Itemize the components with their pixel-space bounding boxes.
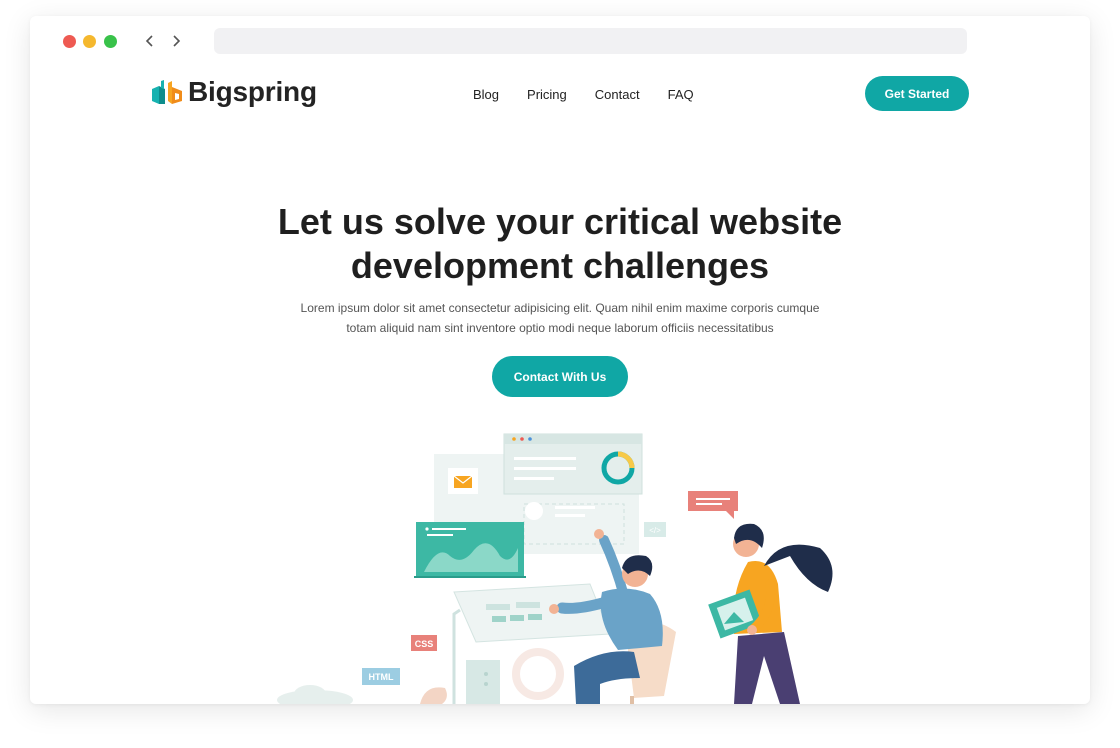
hero-subtitle-line-1: Lorem ipsum dolor sit amet consectetur a… [300,301,820,315]
hero-subtitle-line-2: totam aliquid nam sint inventore optio m… [346,321,774,335]
gear-shape [512,648,564,700]
site-logo[interactable]: Bigspring [150,76,317,108]
brand-name: Bigspring [188,76,317,107]
browser-window: Bigspring Blog Pricing Contact FAQ Get S… [30,16,1090,704]
maximize-window-button[interactable] [104,35,117,48]
html-tag-label: HTML [369,672,394,682]
css-tag-label: CSS [415,639,434,649]
minimize-window-button[interactable] [83,35,96,48]
analytics-card [414,522,526,578]
nav-link-pricing[interactable]: Pricing [527,87,567,102]
nav-link-blog[interactable]: Blog [473,87,499,102]
close-window-button[interactable] [63,35,76,48]
main-nav: Blog Pricing Contact FAQ [473,87,722,102]
nav-link-faq[interactable]: FAQ [668,87,694,102]
forward-arrow-icon[interactable] [167,32,185,50]
hero-title-line-2: development challenges [350,245,770,286]
chat-bubble-icon [688,491,738,519]
hero-illustration: </> CSS HTML [277,433,833,704]
hero-title: Let us solve your critical website devel… [30,200,1090,288]
code-tag-label: </> [649,526,661,535]
contact-with-us-button[interactable]: Contact With Us [492,356,628,397]
address-bar[interactable] [214,28,967,54]
back-arrow-icon[interactable] [141,32,159,50]
woman-figure [708,523,833,704]
hero-subtitle: Lorem ipsum dolor sit amet consectetur a… [30,298,1090,338]
hero-title-line-1: Let us solve your critical website [277,201,843,242]
logo-mark-icon [152,80,182,104]
nav-link-contact[interactable]: Contact [595,87,640,102]
get-started-button[interactable]: Get Started [865,76,969,111]
